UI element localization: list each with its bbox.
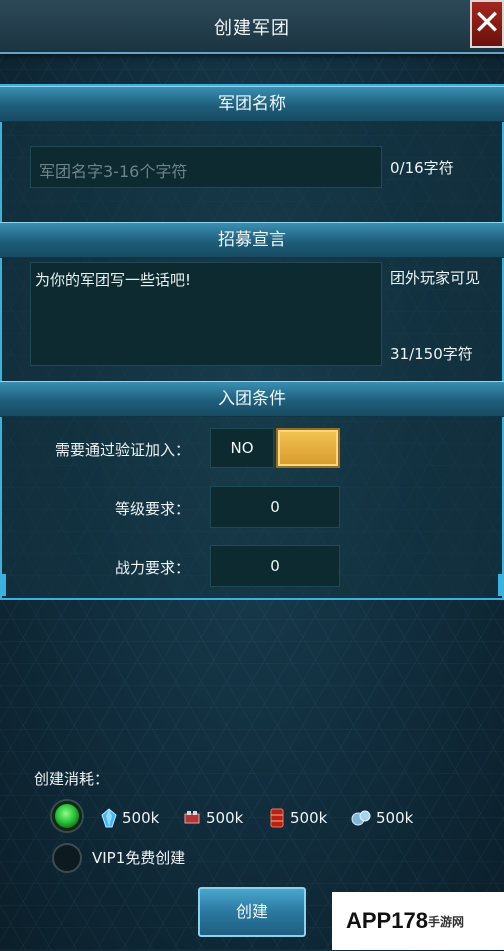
visibility-note: 团外玩家可见 <box>390 269 481 287</box>
recruit-message-textarea[interactable]: 为你的军团写一些话吧! <box>30 262 382 366</box>
gear-icon <box>184 811 200 824</box>
power-input[interactable]: 0 <box>210 545 340 587</box>
verify-label: 需要通过验证加入： <box>54 441 190 459</box>
section-header-conditions: 入团条件 <box>0 381 504 417</box>
section-header-recruit: 招募宣言 <box>0 222 504 258</box>
level-label: 等级要求： <box>114 500 190 518</box>
panel-corner-left <box>0 574 6 596</box>
verify-value: NO <box>210 428 274 468</box>
resource-crystal: 500k <box>100 806 159 830</box>
name-char-counter: 0/16字符 <box>390 159 454 177</box>
resource-gear-amount: 500k <box>206 809 244 827</box>
legion-name-input[interactable]: 军团名字3-16个字符 <box>30 146 382 188</box>
vip-free-label: VIP1免费创建 <box>92 849 186 867</box>
cost-resources-radio[interactable] <box>52 801 82 831</box>
close-button[interactable]: ✕ <box>470 0 504 48</box>
cost-label: 创建消耗： <box>34 770 110 788</box>
section-header-name: 军团名称 <box>0 86 504 122</box>
create-button[interactable]: 创建 <box>198 887 306 937</box>
level-input[interactable]: 0 <box>210 486 340 528</box>
watermark-text: APP178 <box>346 908 428 933</box>
metal-icon <box>351 810 371 826</box>
page-title: 创建军团 <box>214 18 290 39</box>
verify-toggle[interactable] <box>276 428 340 468</box>
resource-fuel: 500k <box>268 806 327 830</box>
legion-name-placeholder: 军团名字3-16个字符 <box>39 162 188 181</box>
recruit-char-counter: 31/150字符 <box>390 345 473 363</box>
close-icon: ✕ <box>472 3 502 43</box>
resource-fuel-amount: 500k <box>290 809 328 827</box>
panel-corner-right <box>498 574 504 596</box>
fuel-barrel-icon <box>270 808 284 828</box>
crystal-icon <box>101 808 117 828</box>
resource-metal: 500k <box>350 806 413 830</box>
watermark-sub: 手游网 <box>427 915 464 930</box>
title-bar: 创建军团 ✕ <box>0 0 504 54</box>
recruit-message-text: 为你的军团写一些话吧! <box>35 271 192 289</box>
resource-gear: 500k <box>182 806 243 830</box>
power-label: 战力要求： <box>114 559 190 577</box>
resource-crystal-amount: 500k <box>122 809 160 827</box>
vip-free-radio[interactable] <box>52 843 82 873</box>
resource-metal-amount: 500k <box>376 809 414 827</box>
watermark-logo: APP178手游网 <box>332 892 504 950</box>
